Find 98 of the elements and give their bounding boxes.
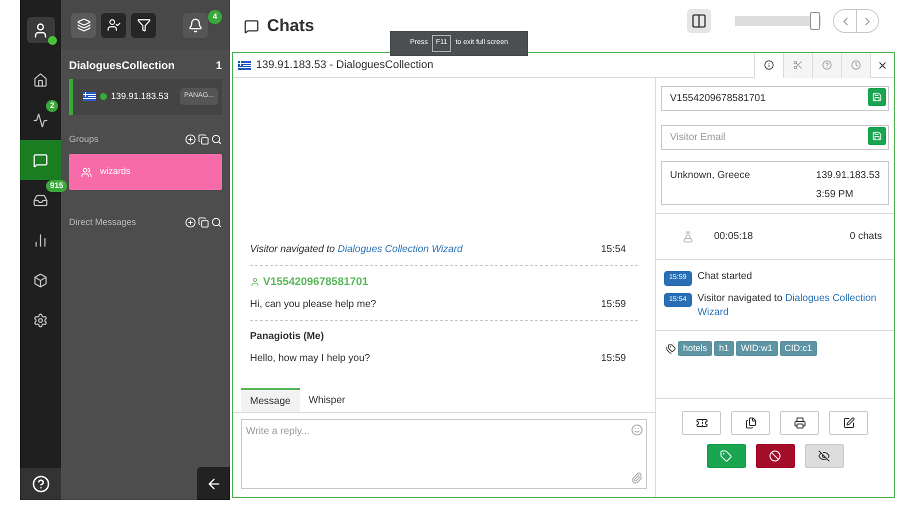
timeline-text: Chat started bbox=[698, 270, 752, 284]
save-button[interactable] bbox=[868, 88, 886, 106]
flask-icon bbox=[682, 230, 694, 242]
add-icon bbox=[185, 134, 196, 145]
composer-tab[interactable]: Whisper bbox=[300, 388, 354, 412]
user-check-button[interactable] bbox=[101, 12, 126, 38]
collection-count: 1 bbox=[216, 59, 222, 74]
event-text: Visitor navigated to Dialogues Collection Wizard bbox=[250, 242, 463, 256]
paperclip-icon bbox=[631, 472, 643, 484]
page-link[interactable]: Dialogues Collection Wizard bbox=[338, 244, 463, 254]
copy-icon bbox=[198, 134, 209, 145]
visitor-local-time: 3:59 PM bbox=[816, 188, 854, 202]
ban-icon bbox=[769, 450, 781, 462]
visitor-email-field[interactable]: Visitor Email bbox=[661, 125, 889, 150]
clock-icon bbox=[851, 60, 861, 70]
help-icon bbox=[32, 475, 50, 493]
layers-icon bbox=[76, 18, 90, 32]
timeline-text: Visitor navigated to Dialogues Collection Wizard bbox=[698, 292, 878, 320]
help-icon bbox=[822, 60, 832, 70]
search-icon bbox=[211, 134, 222, 145]
info-tab[interactable] bbox=[754, 52, 783, 78]
filter-button[interactable] bbox=[131, 12, 156, 38]
add-icon bbox=[185, 217, 196, 228]
greek-flag-icon bbox=[238, 60, 251, 70]
home-icon bbox=[33, 72, 48, 88]
users-icon bbox=[81, 166, 92, 178]
tag-chip: WID:w1 bbox=[736, 340, 778, 356]
activity-icon bbox=[33, 112, 48, 128]
tag-button[interactable] bbox=[706, 444, 746, 468]
collection-title: DialoguesCollection bbox=[69, 59, 175, 74]
inbox-icon bbox=[33, 192, 48, 208]
reply-field[interactable]: Write a reply... bbox=[241, 419, 647, 489]
notifications-button[interactable] bbox=[183, 12, 208, 38]
visitor-ip: 139.91.183.53 bbox=[816, 169, 880, 183]
paste-button[interactable] bbox=[731, 410, 770, 434]
files-icon bbox=[744, 416, 756, 428]
tag-icon bbox=[720, 450, 732, 462]
nav-item[interactable] bbox=[20, 140, 61, 180]
close-icon bbox=[877, 60, 888, 70]
message-time: 15:59 bbox=[600, 298, 626, 312]
hide-button[interactable] bbox=[804, 444, 844, 468]
info-icon bbox=[764, 60, 774, 70]
message-author: V1554209678581701 bbox=[263, 274, 368, 290]
edit-icon bbox=[842, 416, 854, 428]
user-icon bbox=[32, 22, 49, 38]
scissors-icon bbox=[793, 60, 803, 70]
help-button[interactable] bbox=[20, 468, 61, 500]
edit-button[interactable] bbox=[829, 410, 868, 434]
page-title: Chats bbox=[267, 15, 314, 38]
chat-icon bbox=[244, 18, 259, 34]
bar-chart-icon bbox=[33, 232, 48, 248]
count-badge: 2 bbox=[46, 100, 58, 112]
message-author: Panagiotis (Me) bbox=[250, 330, 324, 344]
settings-icon bbox=[33, 312, 48, 328]
visitor-icon bbox=[250, 276, 260, 287]
chat-duration: 00:05:18 bbox=[714, 230, 753, 244]
filter-icon bbox=[136, 18, 150, 32]
visitor-name-field[interactable]: V1554209678581701 bbox=[661, 86, 889, 111]
tag-chip: CID:c1 bbox=[780, 340, 818, 356]
chat-icon bbox=[33, 152, 48, 168]
tag-chip: hotels bbox=[678, 340, 712, 356]
tag-chip: h1 bbox=[714, 340, 734, 356]
tags-icon bbox=[666, 344, 676, 354]
eye-off-icon bbox=[818, 450, 830, 462]
message-text: Hello, how may I help you? bbox=[250, 352, 370, 366]
copy-icon bbox=[198, 217, 209, 228]
save-icon bbox=[872, 92, 882, 102]
collapse-button[interactable] bbox=[197, 467, 230, 500]
ticket-icon bbox=[696, 416, 708, 428]
search-icon bbox=[211, 217, 222, 228]
ticket-button[interactable] bbox=[682, 410, 721, 434]
emoji-icon bbox=[631, 424, 643, 436]
notification-count-badge: 4 bbox=[208, 10, 222, 24]
bell-icon bbox=[188, 18, 203, 32]
chat-ip: 139.91.183.53 bbox=[111, 90, 169, 103]
direct-messages-heading: Direct Messages bbox=[69, 216, 136, 229]
message-time: 15:54 bbox=[600, 242, 626, 256]
print-button[interactable] bbox=[780, 410, 819, 434]
groups-heading: Groups bbox=[69, 132, 99, 146]
count-badge: 915 bbox=[46, 180, 68, 192]
message-text: Hi, can you please help me? bbox=[250, 298, 376, 312]
block-button[interactable] bbox=[756, 444, 794, 468]
layers-button[interactable] bbox=[71, 12, 96, 38]
user-check-icon bbox=[106, 18, 120, 32]
box-icon bbox=[33, 272, 48, 288]
printer-icon bbox=[794, 416, 806, 428]
visitor-location: Unknown, Greece bbox=[670, 169, 750, 183]
columns-icon bbox=[691, 13, 707, 29]
split-view-button[interactable] bbox=[687, 9, 711, 33]
message-time: 15:59 bbox=[600, 352, 626, 366]
chat-window-title: 139.91.183.53 - DialoguesCollection bbox=[256, 58, 434, 73]
greek-flag-icon bbox=[83, 92, 96, 101]
chat-count: 0 chats bbox=[850, 230, 882, 244]
composer-tab[interactable]: Message bbox=[241, 388, 300, 412]
profile-button[interactable] bbox=[26, 17, 54, 43]
save-button[interactable] bbox=[868, 127, 886, 145]
slider-thumb[interactable] bbox=[810, 12, 820, 30]
save-icon bbox=[872, 131, 882, 141]
